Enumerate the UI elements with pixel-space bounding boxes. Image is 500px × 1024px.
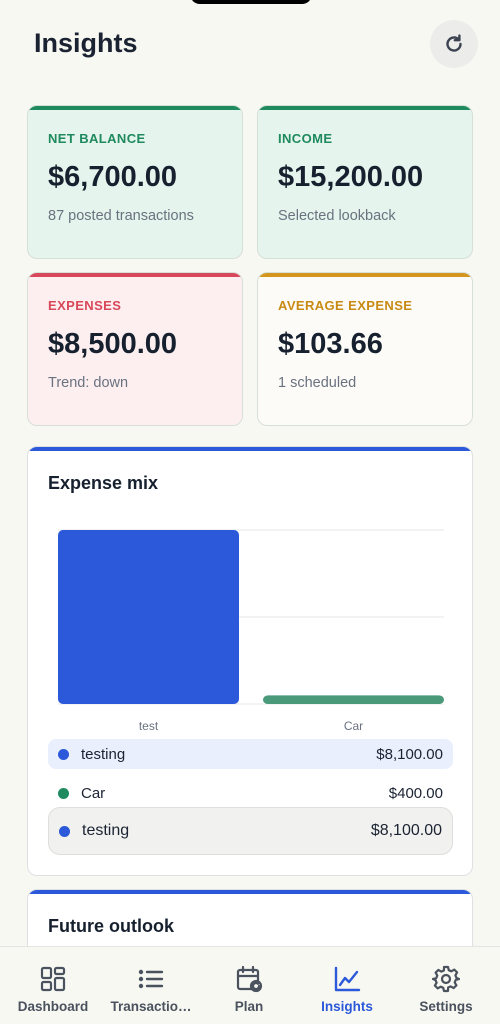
nav-label: Dashboard — [17, 999, 89, 1014]
stat-value: $15,200.00 — [278, 161, 424, 193]
legend-dot — [58, 787, 69, 799]
line-chart-icon — [334, 966, 361, 992]
chart-tick-label: test — [139, 719, 159, 733]
legend-dot — [58, 748, 69, 760]
legend-item-car[interactable]: Car $400.00 — [48, 778, 453, 808]
refresh-button[interactable] — [430, 20, 478, 68]
legend-amount: $8,100.00 — [376, 745, 443, 763]
stat-subtext: 1 scheduled — [278, 375, 357, 391]
nav-label: Transactio… — [110, 999, 192, 1014]
nav-item-plan[interactable]: Plan — [199, 947, 299, 1024]
stat-label: INCOME — [278, 131, 333, 146]
stat-label: NET BALANCE — [48, 131, 146, 146]
legend-name: testing — [81, 745, 126, 763]
legend-amount: $400.00 — [388, 784, 443, 802]
nav-item-insights[interactable]: Insights — [297, 947, 397, 1024]
stat-value: $6,700.00 — [48, 161, 178, 193]
nav-item-settings[interactable]: Settings — [396, 947, 496, 1024]
legend-name: Car — [81, 784, 106, 802]
expense-mix-panel: Expense mix test Car testing $8,100.00 Ca… — [27, 446, 473, 876]
calendar-refresh-icon — [236, 965, 263, 993]
chart-bar-test[interactable] — [58, 530, 239, 704]
stat-card-average-expense: AVERAGE EXPENSE $103.66 1 scheduled — [257, 272, 473, 426]
stat-subtext: Selected lookback — [278, 208, 396, 224]
bottom-navigation: Dashboard Transactio… Plan Insights Sett… — [0, 946, 500, 1024]
nav-label: Plan — [234, 999, 264, 1014]
legend-item-testing[interactable]: testing $8,100.00 — [48, 739, 453, 769]
stat-subtext: 87 posted transactions — [48, 208, 194, 224]
list-icon — [138, 969, 164, 989]
page-title: Insights — [34, 28, 138, 58]
nav-item-dashboard[interactable]: Dashboard — [3, 947, 103, 1024]
dashboard-icon — [40, 966, 66, 992]
refresh-icon — [446, 34, 462, 52]
chart-tick-label: Car — [344, 719, 363, 733]
panel-title: Expense mix — [48, 473, 159, 493]
gear-icon — [432, 965, 460, 993]
stat-subtext: Trend: down — [48, 375, 129, 391]
stat-value: $103.66 — [278, 328, 383, 360]
panel-title: Future outlook — [48, 916, 174, 936]
legend-amount: $8,100.00 — [370, 822, 442, 839]
legend-item-testing-selected[interactable]: testing $8,100.00 — [48, 807, 453, 855]
stat-label: AVERAGE EXPENSE — [278, 298, 413, 313]
legend-dot — [59, 825, 70, 837]
stat-value: $8,500.00 — [48, 328, 178, 360]
chart-bar-car[interactable] — [263, 695, 444, 704]
stat-label: EXPENSES — [48, 298, 122, 313]
nav-item-transactions[interactable]: Transactio… — [101, 947, 201, 1024]
legend-name: testing — [82, 822, 130, 839]
stat-card-expenses: EXPENSES $8,500.00 Trend: down — [27, 272, 243, 426]
stat-card-net-balance: NET BALANCE $6,700.00 87 posted transact… — [27, 105, 243, 259]
header: Insights — [0, 0, 500, 90]
nav-label: Settings — [419, 999, 473, 1014]
stat-card-income: INCOME $15,200.00 Selected lookback — [257, 105, 473, 259]
nav-label: Insights — [321, 999, 373, 1014]
